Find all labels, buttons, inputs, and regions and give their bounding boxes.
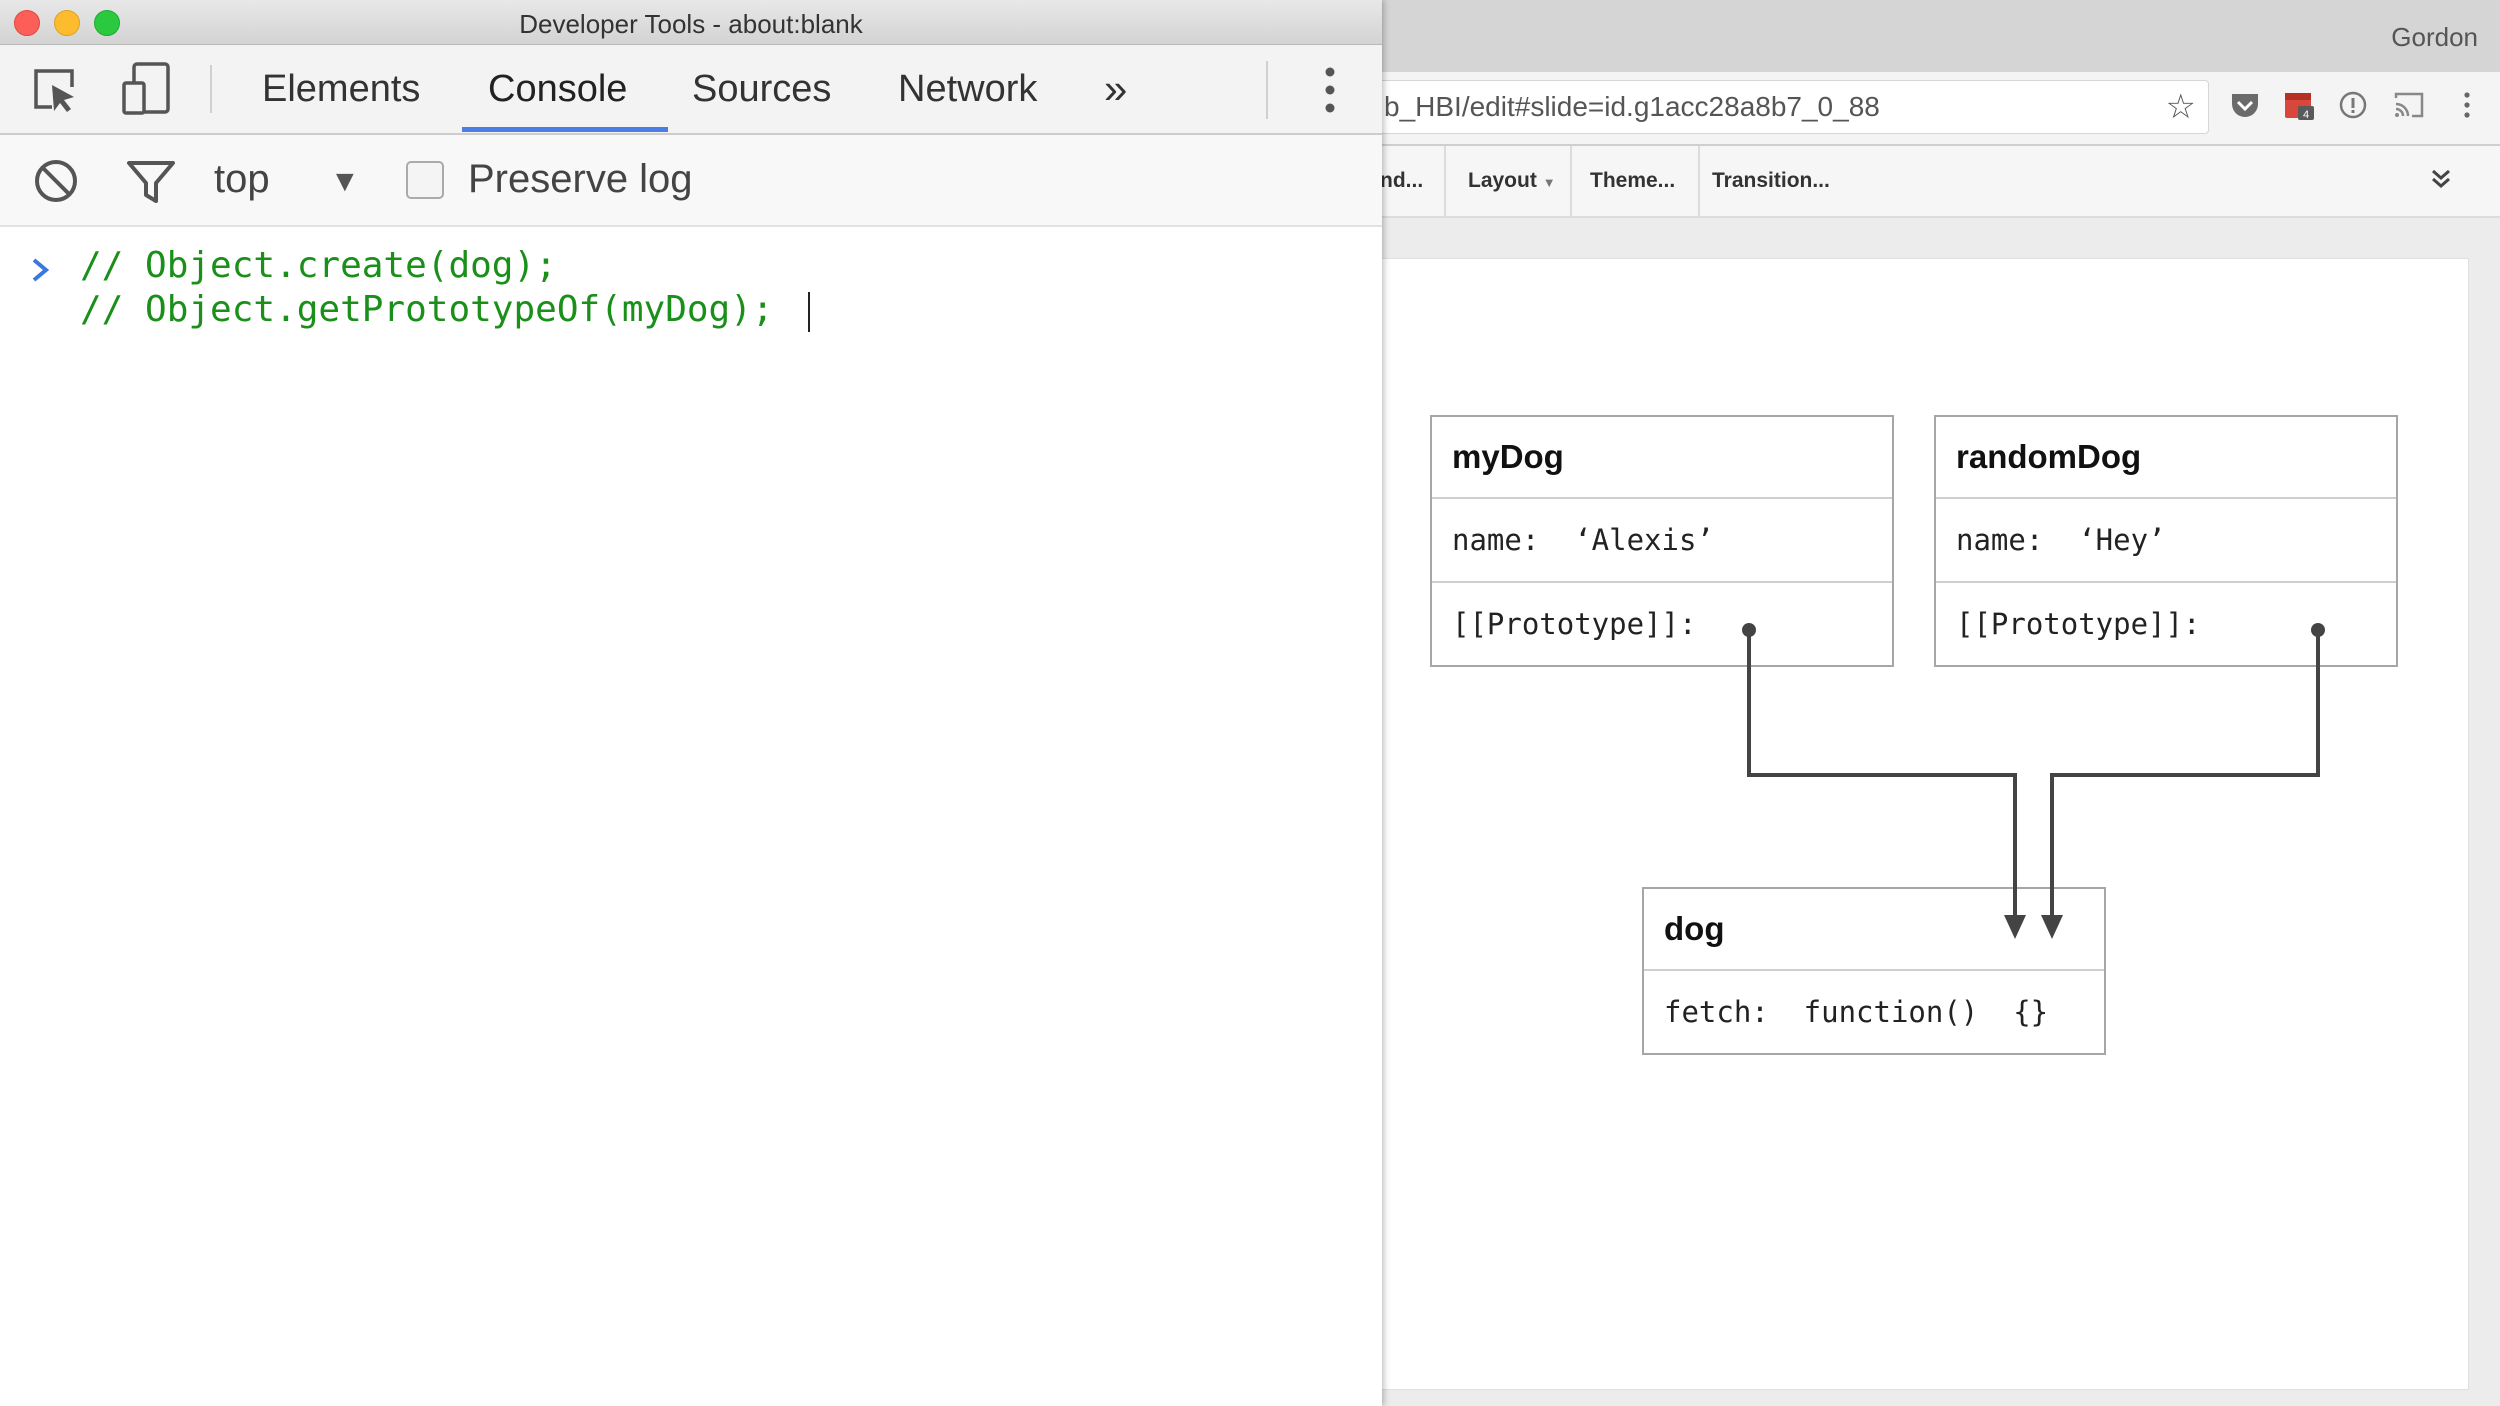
clear-console-icon[interactable]	[32, 157, 80, 205]
menu-layout[interactable]: Layout ▼	[1468, 146, 1556, 216]
collapse-icon[interactable]	[2426, 164, 2456, 194]
arrow-mydog-to-dog	[1742, 623, 2026, 939]
chevron-down-icon: ▼	[1542, 175, 1556, 190]
slide: myDog name: ‘Alexis’ [[Prototype]]: rand…	[1380, 258, 2469, 1390]
console-input-line[interactable]: // Object.create(dog);	[80, 245, 557, 286]
calendar-extension-icon[interactable]: 4	[2282, 88, 2316, 122]
menu-background[interactable]: nd...	[1380, 146, 1423, 216]
url-text[interactable]: b_HBI/edit#slide=id.g1acc28a8b7_0_88	[1384, 91, 1880, 123]
console-input-line[interactable]: // Object.getPrototypeOf(myDog);	[80, 289, 774, 330]
star-icon[interactable]: ☆	[2166, 87, 2196, 127]
devtools-tabbar: Elements Console Sources Network »	[0, 45, 1382, 135]
text-caret	[808, 292, 810, 332]
menu-theme[interactable]: Theme...	[1590, 146, 1675, 216]
context-selector[interactable]: top	[214, 157, 270, 202]
menu-divider	[1444, 146, 1446, 216]
kebab-menu-icon[interactable]	[1316, 63, 1344, 117]
menu-transition[interactable]: Transition...	[1712, 146, 1830, 216]
address-bar[interactable]: b_HBI/edit#slide=id.g1acc28a8b7_0_88 ☆	[1380, 80, 2209, 134]
slides-menubar: nd... Layout ▼ Theme... Transition...	[1380, 146, 2500, 218]
devtools-titlebar: Developer Tools - about:blank	[0, 0, 1382, 45]
console-output[interactable]: // Object.create(dog); // Object.getProt…	[0, 227, 1382, 1406]
active-tab-indicator	[462, 127, 668, 132]
menu-divider	[1570, 146, 1572, 216]
tab-sources[interactable]: Sources	[692, 45, 831, 133]
pocket-icon[interactable]	[2228, 88, 2262, 122]
menu-divider	[1698, 146, 1700, 216]
tab-console[interactable]: Console	[488, 45, 627, 133]
toolbar-divider	[210, 65, 212, 113]
arrow-randomdog-to-dog	[2041, 623, 2325, 939]
browser-menu-icon[interactable]	[2450, 88, 2484, 122]
cast-icon[interactable]	[2392, 88, 2426, 122]
console-prompt-icon	[32, 258, 50, 282]
browser-window: Gordon b_HBI/edit#slide=id.g1acc28a8b7_0…	[1380, 0, 2500, 1406]
tab-network[interactable]: Network	[898, 45, 1037, 133]
more-tabs-icon[interactable]: »	[1104, 45, 1127, 133]
console-toolbar: top ▼ Preserve log	[0, 135, 1382, 227]
tab-elements[interactable]: Elements	[262, 45, 420, 133]
window-title: Developer Tools - about:blank	[519, 9, 863, 39]
svg-text:4: 4	[2303, 109, 2309, 121]
toolbar-divider	[1266, 61, 1268, 119]
menu-layout-label: Layout	[1468, 169, 1537, 192]
dropdown-arrow-icon[interactable]: ▼	[330, 165, 360, 199]
devtools-window: Developer Tools - about:blank Elements C…	[0, 0, 1382, 1406]
browser-toolbar: b_HBI/edit#slide=id.g1acc28a8b7_0_88 ☆ 4	[1380, 72, 2500, 146]
profile-name[interactable]: Gordon	[2391, 22, 2478, 53]
info-icon[interactable]	[2336, 88, 2370, 122]
inspect-icon[interactable]	[30, 65, 80, 115]
browser-titlebar: Gordon	[1380, 0, 2500, 72]
prototype-arrows	[1742, 623, 2325, 939]
filter-icon[interactable]	[126, 159, 176, 205]
preserve-log-checkbox[interactable]	[406, 161, 444, 199]
device-toolbar-icon[interactable]	[120, 61, 174, 117]
slide-canvas: myDog name: ‘Alexis’ [[Prototype]]: rand…	[1380, 218, 2500, 1406]
preserve-log-label: Preserve log	[468, 157, 693, 201]
